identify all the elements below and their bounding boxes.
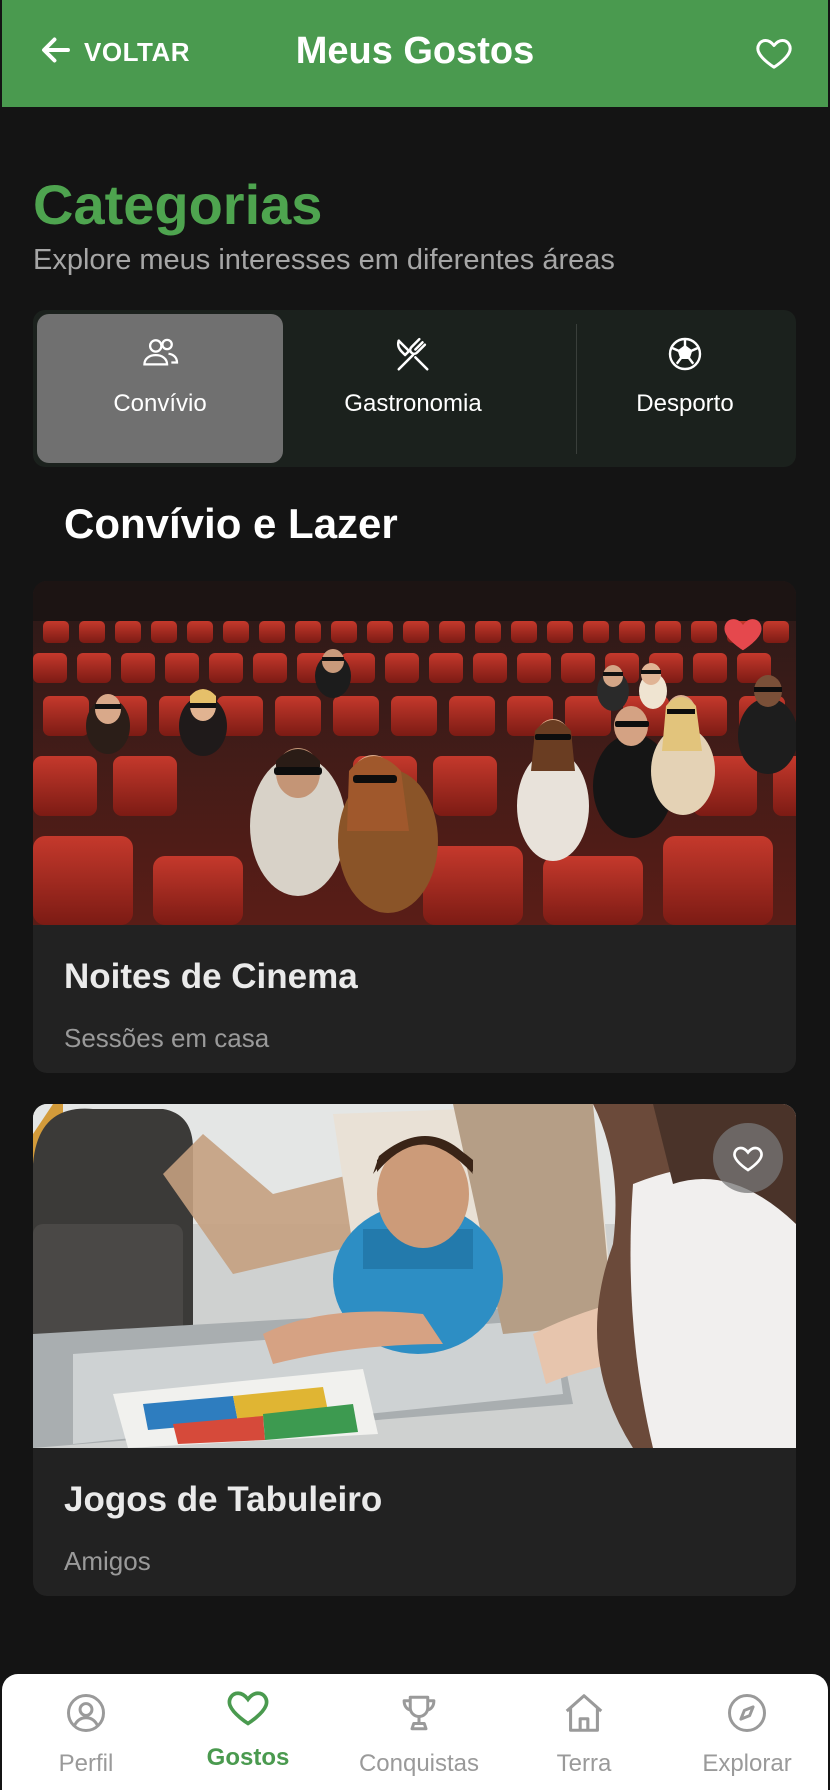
cinema-photo [33,581,796,925]
utensils-icon [288,336,538,374]
home-icon [514,1690,654,1736]
categories-heading: Categorias [33,173,323,236]
bottom-navigation: Perfil Gostos Conquistas Terra Explorar [2,1674,828,1790]
tab-desporto[interactable]: Desporto [578,314,792,463]
app-header: VOLTAR Meus Gostos [2,0,828,107]
card-subtitle: Sessões em casa [64,1023,270,1053]
board-games-photo [33,1104,796,1448]
heart-icon [178,1686,318,1728]
tab-label: Convívio [113,390,207,417]
nav-label: Explorar [702,1750,792,1777]
soccer-ball-icon [578,336,792,372]
nav-item-conquistas[interactable]: Conquistas [344,1674,494,1790]
favorite-heart-icon[interactable] [722,614,764,657]
card-title: Jogos de Tabuleiro [64,1480,383,1519]
heart-icon[interactable] [754,33,794,78]
compass-icon [677,1692,817,1734]
categories-subtitle: Explore meus interesses em diferentes ár… [33,244,615,276]
interest-card[interactable]: Noites de Cinema Sessões em casa [33,581,796,1073]
card-subtitle: Amigos [64,1546,151,1576]
people-icon [37,336,283,370]
nav-item-explorar[interactable]: Explorar [677,1674,817,1790]
category-title: Convívio e Lazer [64,500,398,547]
tab-label: Desporto [636,390,734,417]
tab-divider [576,324,577,454]
tab-gastronomia[interactable]: Gastronomia [288,314,538,463]
page-title: Meus Gostos [295,30,535,72]
trophy-icon [344,1692,494,1734]
favorite-heart-outline-icon[interactable] [713,1123,783,1193]
nav-label: Conquistas [358,1750,480,1777]
tab-label: Gastronomia [344,390,482,417]
nav-item-terra[interactable]: Terra [514,1674,654,1790]
category-tabs: Convívio Gastronomia Desporto [33,310,796,467]
card-title: Noites de Cinema [64,957,358,996]
nav-item-gostos[interactable]: Gostos [178,1674,318,1790]
tab-convivio[interactable]: Convívio [37,314,283,463]
nav-label: Gostos [206,1744,290,1771]
nav-label: Perfil [58,1750,114,1777]
nav-item-perfil[interactable]: Perfil [16,1674,156,1790]
user-icon [16,1692,156,1734]
nav-label: Terra [556,1750,612,1777]
interest-card[interactable]: Jogos de Tabuleiro Amigos [33,1104,796,1596]
